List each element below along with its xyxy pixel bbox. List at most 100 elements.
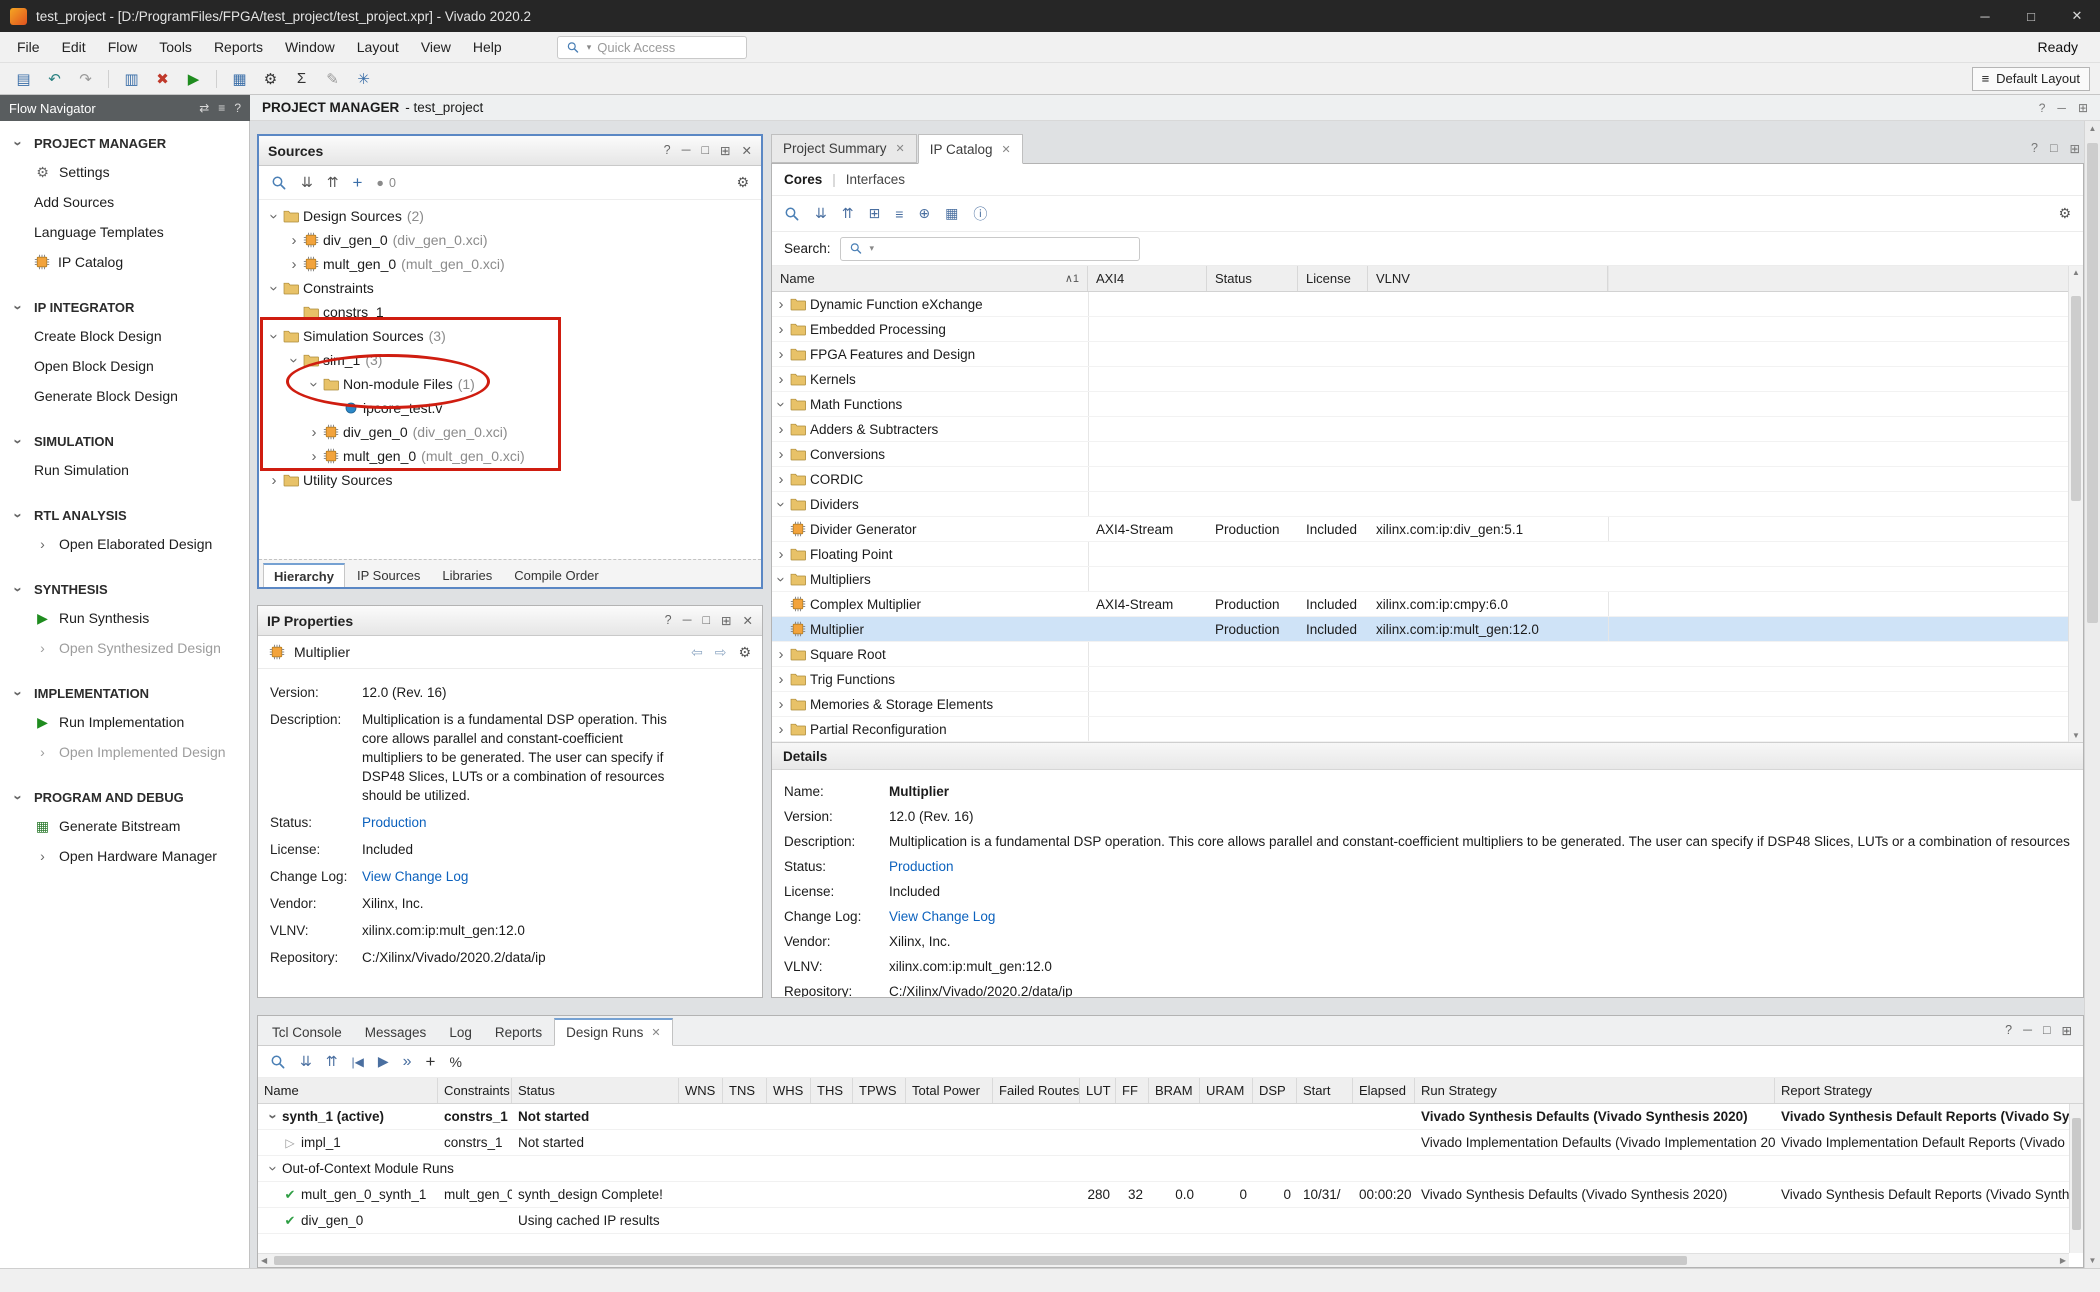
- column-report-strategy[interactable]: Report Strategy: [1775, 1078, 2083, 1103]
- status-link[interactable]: Production: [362, 813, 667, 832]
- menu-layout[interactable]: Layout: [346, 34, 410, 60]
- section-implementation[interactable]: ›IMPLEMENTATION: [0, 679, 249, 707]
- scroll-right-icon[interactable]: ▶: [2057, 1254, 2069, 1267]
- column-status[interactable]: Status: [1207, 266, 1298, 291]
- sidebar-item-open-block-design[interactable]: Open Block Design: [0, 351, 249, 381]
- restore-icon[interactable]: ⊞: [2078, 101, 2088, 115]
- scroll-down-icon[interactable]: ▼: [2069, 731, 2083, 740]
- expander-icon[interactable]: ›: [285, 256, 303, 273]
- redo-icon[interactable]: ↷: [72, 66, 99, 92]
- sidebar-item-language-templates[interactable]: Language Templates: [0, 217, 249, 247]
- expander-icon[interactable]: ›: [265, 1108, 282, 1126]
- sigma-icon[interactable]: Σ: [288, 66, 315, 92]
- back-icon[interactable]: ⇦: [691, 644, 703, 661]
- close-icon[interactable]: ✕: [743, 613, 753, 628]
- sidebar-item-open-synthesized-design[interactable]: ›Open Synthesized Design: [0, 633, 249, 663]
- catalog-row[interactable]: ›Adders & Subtracters: [772, 417, 2083, 442]
- help-icon[interactable]: ?: [664, 143, 671, 158]
- minimize-icon[interactable]: ─: [2057, 101, 2066, 115]
- catalog-row[interactable]: ›Dynamic Function eXchange: [772, 292, 2083, 317]
- close-icon[interactable]: ✕: [896, 142, 905, 155]
- menu-file[interactable]: File: [6, 34, 51, 60]
- tree-item-sim-mult-gen-0[interactable]: ›mult_gen_0(mult_gen_0.xci): [259, 444, 761, 468]
- expander-icon[interactable]: ›: [772, 346, 790, 363]
- grid-view-icon[interactable]: ▦: [945, 205, 958, 222]
- vertical-scrollbar[interactable]: [2069, 1104, 2083, 1253]
- expander-icon[interactable]: ›: [773, 570, 790, 588]
- column-bram[interactable]: BRAM: [1149, 1078, 1200, 1103]
- expander-icon[interactable]: ›: [772, 546, 790, 563]
- tab-messages[interactable]: Messages: [354, 1019, 438, 1045]
- column-constraints[interactable]: Constraints: [438, 1078, 512, 1103]
- column-name[interactable]: Name∧1: [772, 266, 1088, 291]
- gear-icon[interactable]: ⚙: [736, 174, 749, 191]
- expander-icon[interactable]: ›: [772, 371, 790, 388]
- percent-icon[interactable]: %: [449, 1054, 461, 1070]
- catalog-row[interactable]: ›Memories & Storage Elements: [772, 692, 2083, 717]
- gear-icon[interactable]: ⚙: [2058, 205, 2071, 222]
- run-group-out-of-context[interactable]: ›Out-of-Context Module Runs: [258, 1156, 2083, 1182]
- tab-ip-catalog[interactable]: IP Catalog✕: [918, 134, 1023, 164]
- column-total-power[interactable]: Total Power: [906, 1078, 993, 1103]
- expander-icon[interactable]: ›: [266, 207, 283, 225]
- search-icon[interactable]: [784, 206, 800, 222]
- sidebar-item-ip-catalog[interactable]: IP Catalog: [0, 247, 249, 277]
- tab-tcl-console[interactable]: Tcl Console: [261, 1019, 353, 1045]
- column-tns[interactable]: TNS: [723, 1078, 767, 1103]
- tree-item-simulation-sources[interactable]: ›Simulation Sources(3): [259, 324, 761, 348]
- sidebar-item-add-sources[interactable]: Add Sources: [0, 187, 249, 217]
- column-axi4[interactable]: AXI4: [1088, 266, 1207, 291]
- column-elapsed[interactable]: Elapsed: [1353, 1078, 1415, 1103]
- menu-reports[interactable]: Reports: [203, 34, 274, 60]
- add-repository-icon[interactable]: ⊕: [918, 205, 930, 222]
- catalog-row[interactable]: ›Kernels: [772, 367, 2083, 392]
- tree-item-sim-div-gen-0[interactable]: ›div_gen_0(div_gen_0.xci): [259, 420, 761, 444]
- run-icon[interactable]: ▶: [180, 66, 207, 92]
- minimize-icon[interactable]: ─: [2023, 1023, 2032, 1038]
- catalog-row-divider-generator[interactable]: Divider GeneratorAXI4-StreamProductionIn…: [772, 517, 2083, 542]
- column-name[interactable]: Name: [258, 1078, 438, 1103]
- save-icon[interactable]: ▤: [10, 66, 37, 92]
- tab-ip-sources[interactable]: IP Sources: [347, 563, 430, 587]
- expander-icon[interactable]: ›: [772, 696, 790, 713]
- reports-icon[interactable]: ▦: [226, 66, 253, 92]
- menu-edit[interactable]: Edit: [51, 34, 97, 60]
- column-failed-routes[interactable]: Failed Routes: [993, 1078, 1080, 1103]
- minimize-icon[interactable]: ─: [682, 143, 691, 158]
- expand-all-icon[interactable]: ⇈: [842, 205, 854, 222]
- tab-project-summary[interactable]: Project Summary✕: [771, 134, 917, 163]
- tab-log[interactable]: Log: [438, 1019, 483, 1045]
- wand-icon[interactable]: ✳: [350, 66, 377, 92]
- tab-libraries[interactable]: Libraries: [432, 563, 502, 587]
- sidebar-item-create-block-design[interactable]: Create Block Design: [0, 321, 249, 351]
- column-ths[interactable]: THS: [811, 1078, 853, 1103]
- play-icon[interactable]: ▶: [378, 1053, 389, 1070]
- scrollbar-thumb[interactable]: [2071, 296, 2081, 501]
- window-scrollbar[interactable]: ▲ ▼: [2084, 121, 2100, 1268]
- step-back-icon[interactable]: |◀: [351, 1055, 363, 1069]
- run-row-div-gen-0[interactable]: ✔div_gen_0 Using cached IP results: [258, 1208, 2083, 1234]
- catalog-row[interactable]: ›CORDIC: [772, 467, 2083, 492]
- sidebar-item-run-implementation[interactable]: ▶Run Implementation: [0, 707, 249, 737]
- tree-item-ipcore-test-v[interactable]: ipcore_test.v: [259, 396, 761, 420]
- scrollbar-thumb[interactable]: [274, 1256, 1687, 1265]
- close-button[interactable]: ✕: [2054, 0, 2100, 32]
- help-icon[interactable]: ?: [2031, 141, 2038, 156]
- column-ff[interactable]: FF: [1116, 1078, 1149, 1103]
- help-icon[interactable]: ?: [2005, 1023, 2012, 1038]
- close-icon[interactable]: ✕: [742, 143, 752, 158]
- scroll-left-icon[interactable]: ◀: [258, 1254, 270, 1267]
- catalog-row[interactable]: ›Conversions: [772, 442, 2083, 467]
- menu-flow[interactable]: Flow: [97, 34, 149, 60]
- section-rtl-analysis[interactable]: ›RTL ANALYSIS: [0, 501, 249, 529]
- expander-icon[interactable]: ›: [773, 495, 790, 513]
- tree-item-non-module-files[interactable]: ›Non-module Files(1): [259, 372, 761, 396]
- status-link[interactable]: Production: [889, 859, 954, 874]
- catalog-scrollbar[interactable]: ▲ ▼: [2068, 266, 2083, 742]
- change-log-link[interactable]: View Change Log: [362, 867, 667, 886]
- expander-icon[interactable]: ›: [266, 279, 283, 297]
- sidebar-item-generate-bitstream[interactable]: ▦Generate Bitstream: [0, 811, 249, 841]
- expander-icon[interactable]: ›: [265, 472, 283, 489]
- maximize-icon[interactable]: □: [2050, 141, 2058, 156]
- expander-icon[interactable]: ›: [285, 232, 303, 249]
